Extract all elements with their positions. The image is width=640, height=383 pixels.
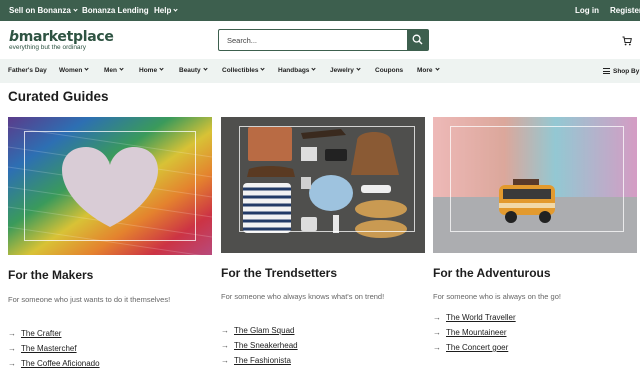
list-item: → The Mountaineer: [433, 327, 516, 342]
chevron-down-icon: [356, 66, 361, 71]
guide-description: For someone who always knows what's on t…: [221, 292, 385, 301]
page-title: Curated Guides: [8, 89, 109, 104]
register-link[interactable]: Register: [610, 6, 640, 15]
guide-image-trendsetters[interactable]: [221, 117, 425, 253]
guide-link-sneakerhead[interactable]: The Sneakerhead: [234, 341, 298, 350]
arrow-right-icon: →: [8, 329, 16, 338]
bonanza-lending-link[interactable]: Bonanza Lending: [82, 6, 149, 15]
chevron-down-icon: [434, 66, 440, 71]
arrow-right-icon: →: [8, 359, 16, 368]
guide-link-mountaineer[interactable]: The Mountaineer: [446, 328, 506, 337]
guide-link-list: → The World Traveller → The Mountaineer → T…: [433, 312, 516, 357]
list-item: → The Glam Squad: [221, 325, 298, 340]
category-nav: Father's Day Women Men Home Beauty Colle…: [0, 59, 640, 83]
logo-text: marketplace: [18, 29, 114, 45]
nav-item-more[interactable]: More: [417, 66, 440, 74]
image-frame: [239, 126, 415, 232]
nav-item-home[interactable]: Home: [139, 66, 164, 74]
guide-image-adventurous[interactable]: [433, 117, 637, 253]
list-item: → The Crafter: [8, 328, 100, 343]
search-button[interactable]: [407, 30, 428, 50]
login-link[interactable]: Log in: [575, 6, 599, 15]
list-item: → The Coffee Aficionado: [8, 358, 100, 373]
nav-item-fathers-day[interactable]: Father's Day: [8, 67, 47, 74]
guide-link-coffee-aficionado[interactable]: The Coffee Aficionado: [21, 359, 100, 368]
guide-link-masterchef[interactable]: The Masterchef: [21, 344, 77, 353]
guide-image-makers[interactable]: [8, 117, 212, 255]
search-bar: [218, 29, 429, 51]
arrow-right-icon: →: [221, 326, 229, 335]
guide-card-makers: For the Makers For someone who just want…: [8, 117, 212, 377]
cart-button[interactable]: [622, 33, 632, 51]
arrow-right-icon: →: [221, 341, 229, 350]
nav-label: Men: [104, 67, 117, 74]
nav-label: More: [417, 67, 433, 74]
arrow-right-icon: →: [433, 343, 441, 352]
nav-label: Home: [139, 67, 158, 74]
nav-item-women[interactable]: Women: [59, 66, 89, 74]
nav-label: Jewelry: [330, 67, 354, 74]
list-item: → The Concert goer: [433, 342, 516, 357]
search-input[interactable]: [219, 30, 408, 50]
guide-card-trendsetters: For the Trendsetters For someone who alw…: [221, 117, 425, 377]
arrow-right-icon: →: [8, 344, 16, 353]
nav-label: Collectibles: [222, 67, 259, 74]
logo-b: b: [9, 29, 19, 45]
image-frame: [24, 131, 196, 241]
chevron-down-icon: [119, 66, 124, 71]
top-utility-bar: Sell on Bonanza Bonanza Lending Help Log…: [0, 0, 640, 21]
arrow-right-icon: →: [433, 328, 441, 337]
nav-item-men[interactable]: Men: [104, 66, 124, 74]
arrow-right-icon: →: [221, 356, 229, 365]
nav-label: Women: [59, 67, 83, 74]
list-item: → The Sneakerhead: [221, 340, 298, 355]
sell-label: Sell on Bonanza: [9, 6, 71, 15]
list-item: → The Fashionista: [221, 355, 298, 370]
image-frame: [450, 126, 624, 232]
guide-link-glam-squad[interactable]: The Glam Squad: [234, 326, 294, 335]
guide-link-list: → The Crafter → The Masterchef → The Coffee…: [8, 328, 100, 373]
guide-link-crafter[interactable]: The Crafter: [21, 329, 61, 338]
guide-heading: For the Trendsetters: [221, 266, 338, 280]
hamburger-icon: [603, 68, 610, 74]
chevron-down-icon: [203, 66, 208, 71]
nav-label: Handbags: [278, 67, 310, 74]
list-item: → The World Traveller: [433, 312, 516, 327]
chevron-down-icon: [159, 66, 164, 71]
chevron-down-icon: [84, 66, 89, 71]
nav-item-beauty[interactable]: Beauty: [179, 66, 208, 74]
guide-heading: For the Makers: [8, 268, 94, 282]
shop-by-label: Shop By: [613, 68, 640, 75]
list-item: → The Masterchef: [8, 343, 100, 358]
guide-link-concert-goer[interactable]: The Concert goer: [446, 343, 508, 352]
nav-item-handbags[interactable]: Handbags: [278, 66, 317, 74]
nav-item-collectibles[interactable]: Collectibles: [222, 66, 266, 74]
chevron-down-icon: [311, 66, 317, 71]
chevron-down-icon: [260, 66, 266, 71]
arrow-right-icon: →: [433, 313, 441, 322]
sell-on-bonanza-link[interactable]: Sell on Bonanza: [9, 6, 78, 15]
guide-card-adventurous: For the Adventurous For someone who is a…: [433, 117, 637, 377]
logo-wordmark: bmarketplace: [9, 30, 114, 44]
chevron-down-icon: [73, 7, 78, 12]
shop-by-menu[interactable]: Shop By: [603, 67, 639, 75]
help-menu[interactable]: Help: [154, 6, 178, 15]
site-header: bmarketplace everything but the ordinary: [0, 21, 640, 59]
guide-heading: For the Adventurous: [433, 266, 551, 280]
chevron-down-icon: [173, 7, 178, 12]
logo-tagline: everything but the ordinary: [9, 44, 86, 51]
guide-description: For someone who just wants to do it them…: [8, 295, 171, 304]
guide-link-world-traveller[interactable]: The World Traveller: [446, 313, 516, 322]
guide-link-list: → The Glam Squad → The Sneakerhead → The Fa…: [221, 325, 298, 370]
nav-item-jewelry[interactable]: Jewelry: [330, 66, 361, 74]
guide-description: For someone who is always on the go!: [433, 292, 561, 301]
guide-link-fashionista[interactable]: The Fashionista: [234, 356, 291, 365]
search-icon: [412, 34, 423, 45]
help-label: Help: [154, 6, 172, 15]
nav-item-coupons[interactable]: Coupons: [375, 67, 403, 74]
cart-icon: [622, 36, 632, 46]
bonanza-logo[interactable]: bmarketplace everything but the ordinary: [9, 30, 114, 51]
nav-label: Beauty: [179, 67, 201, 74]
